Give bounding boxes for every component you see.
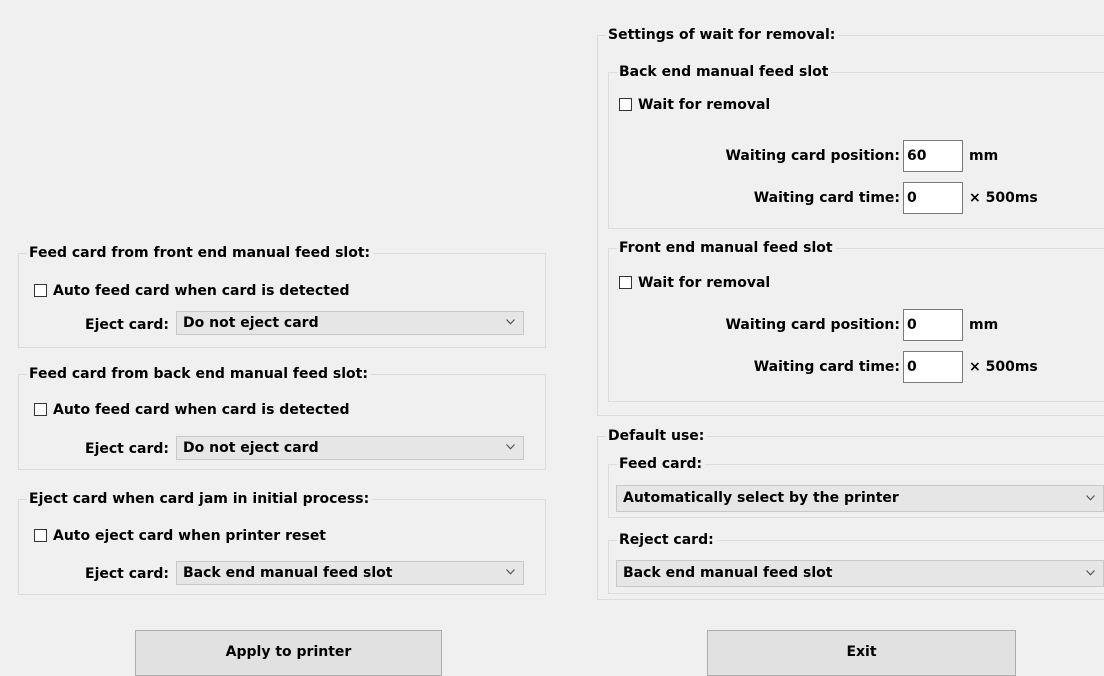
reject-card-value: Back end manual feed slot xyxy=(623,565,833,581)
back-position-label: Waiting card position: xyxy=(725,148,900,164)
back-wait-removal-label[interactable]: Wait for removal xyxy=(638,97,770,113)
jam-auto-eject-checkbox[interactable] xyxy=(34,529,47,542)
reject-card-select[interactable]: Back end manual feed slot xyxy=(616,560,1104,587)
jam-eject-label: Eject card: xyxy=(85,566,169,582)
back-eject-select[interactable]: Do not eject card xyxy=(176,436,524,460)
chevron-down-icon xyxy=(506,319,515,325)
reject-card-legend: Reject card: xyxy=(619,532,714,548)
back-time-input[interactable]: 0 xyxy=(903,182,963,214)
chevron-down-icon xyxy=(1086,570,1095,576)
front-eject-select[interactable]: Do not eject card xyxy=(176,311,524,335)
chevron-down-icon xyxy=(506,444,515,450)
feed-card-legend: Feed card: xyxy=(619,456,703,472)
front-eject-value: Do not eject card xyxy=(183,315,319,331)
front-feed-legend: Feed card from front end manual feed slo… xyxy=(29,245,371,261)
apply-to-printer-button[interactable]: Apply to printer xyxy=(135,630,442,676)
removal-legend: Settings of wait for removal: xyxy=(608,27,836,43)
front-position-label: Waiting card position: xyxy=(725,317,900,333)
front-auto-feed-checkbox[interactable] xyxy=(34,284,47,297)
front-wait-removal-checkbox[interactable] xyxy=(619,276,632,289)
front-eject-label: Eject card: xyxy=(85,317,169,333)
back-time-label: Waiting card time: xyxy=(753,190,900,206)
default-use-legend: Default use: xyxy=(608,428,705,444)
jam-auto-eject-label[interactable]: Auto eject card when printer reset xyxy=(53,528,326,544)
back-auto-feed-checkbox[interactable] xyxy=(34,403,47,416)
back-position-unit: mm xyxy=(969,148,999,164)
back-position-input[interactable]: 60 xyxy=(903,140,963,172)
back-eject-value: Do not eject card xyxy=(183,440,319,456)
front-time-unit: × 500ms xyxy=(969,359,1038,375)
front-time-input[interactable]: 0 xyxy=(903,351,963,383)
front-position-input[interactable]: 0 xyxy=(903,309,963,341)
front-wait-removal-label[interactable]: Wait for removal xyxy=(638,275,770,291)
back-wait-removal-checkbox[interactable] xyxy=(619,98,632,111)
front-time-label: Waiting card time: xyxy=(753,359,900,375)
back-auto-feed-label[interactable]: Auto feed card when card is detected xyxy=(53,402,350,418)
chevron-down-icon xyxy=(1086,495,1095,501)
jam-eject-value: Back end manual feed slot xyxy=(183,565,393,581)
back-feed-legend: Feed card from back end manual feed slot… xyxy=(29,366,368,382)
back-time-unit: × 500ms xyxy=(969,190,1038,206)
back-slot-legend: Back end manual feed slot xyxy=(619,64,829,80)
jam-eject-select[interactable]: Back end manual feed slot xyxy=(176,561,524,585)
exit-button[interactable]: Exit xyxy=(707,630,1016,676)
back-eject-label: Eject card: xyxy=(85,441,169,457)
front-slot-legend: Front end manual feed slot xyxy=(619,240,833,256)
feed-card-value: Automatically select by the printer xyxy=(623,490,899,506)
front-position-unit: mm xyxy=(969,317,999,333)
front-auto-feed-label[interactable]: Auto feed card when card is detected xyxy=(53,283,350,299)
chevron-down-icon xyxy=(506,569,515,575)
jam-legend: Eject card when card jam in initial proc… xyxy=(29,491,370,507)
feed-card-select[interactable]: Automatically select by the printer xyxy=(616,485,1104,512)
